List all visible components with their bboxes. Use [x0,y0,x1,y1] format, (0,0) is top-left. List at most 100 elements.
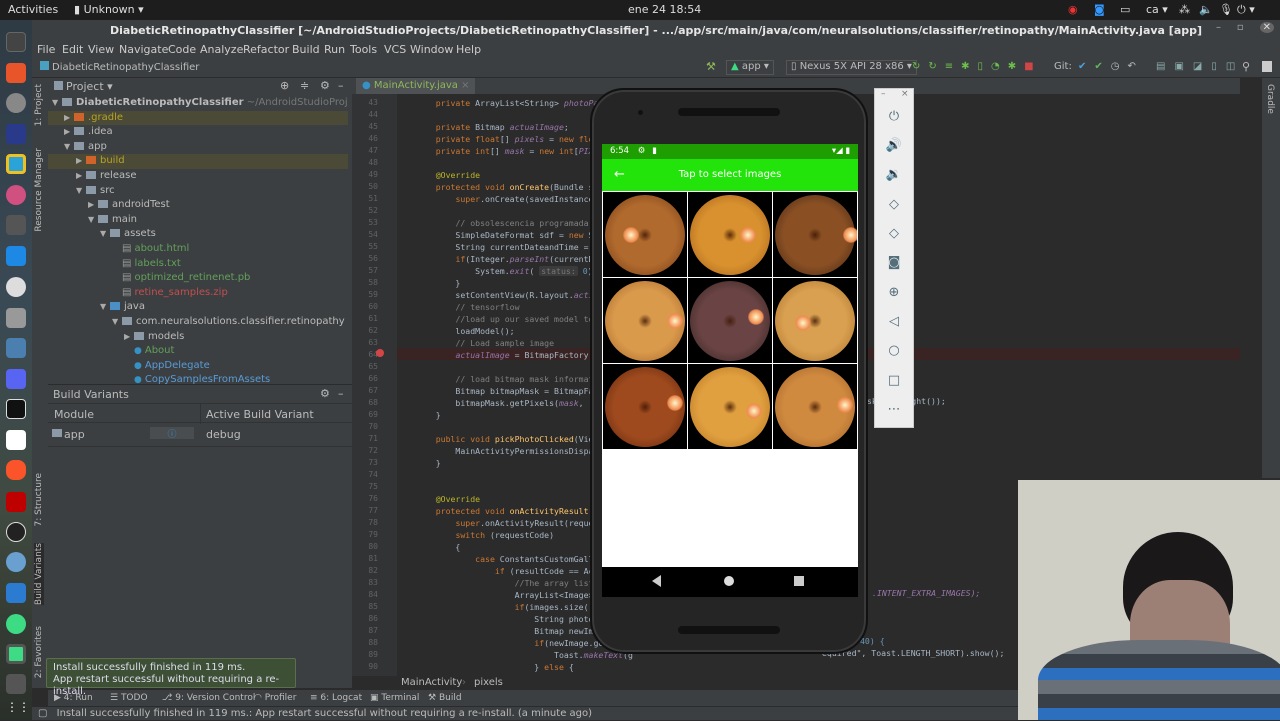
menu-build[interactable]: Build [292,43,320,56]
code-line[interactable]: Toast.makeText(g [416,650,633,660]
code-line[interactable]: // Load sample image [416,338,554,348]
code-line[interactable]: } [416,458,441,468]
code-line[interactable]: actualImage = BitmapFactory.decod [416,350,618,360]
menu-tools[interactable]: Tools [350,43,377,56]
breadcrumb-field[interactable]: pixels [474,677,503,688]
code-line[interactable]: Bitmap newImage = [416,626,618,636]
tree-item[interactable]: ▼ assets [48,227,348,242]
chevron-down-icon[interactable]: ▼ [100,227,110,241]
fundus-image-thumbnail[interactable] [688,192,772,277]
chevron-down-icon[interactable]: ▼ [64,140,74,154]
screen-tray-icon[interactable]: ▭ [1120,3,1130,16]
camera-icon[interactable]: ◙ [883,254,905,272]
tree-item[interactable]: ▶ androidTest [48,198,348,213]
fundus-image-thumbnail[interactable] [688,278,772,363]
impress-icon[interactable] [6,63,26,83]
tree-item[interactable]: ▼ src [48,184,348,199]
app-menu[interactable]: ▮ Unknown ▾ [74,3,144,16]
code-line[interactable]: if(images.size() > 0) [416,602,619,612]
tree-item[interactable]: ● About [48,344,348,359]
event-log-icon[interactable]: ▢ [38,708,47,719]
tree-item[interactable]: ▤ retine_samples.zip [48,286,348,301]
network-icon[interactable]: ⁂ [1179,3,1190,16]
tool-icons[interactable]: ▤▣◪▯◫ [1156,61,1244,72]
tab-resource-manager[interactable]: Resource Manager [34,148,44,232]
filezilla-icon[interactable] [6,492,26,512]
project-breadcrumb[interactable]: DiabeticRetinopathyClassifier [40,61,199,73]
code-line[interactable]: } [416,278,460,288]
disk-icon[interactable] [6,277,26,297]
tex-icon[interactable] [6,124,26,144]
hide-icon[interactable]: – [338,387,344,400]
quassel-icon[interactable] [6,399,26,419]
tree-item[interactable]: ▤ optimized_retinenet.pb [48,271,348,286]
tab-project[interactable]: 1: Project [34,84,44,126]
menu-run[interactable]: Run [324,43,345,56]
tree-item[interactable]: ▶ release [48,169,348,184]
tab-mainactivity[interactable]: ● MainActivity.java × [356,78,476,94]
chevron-down-icon[interactable]: ▼ [112,315,122,329]
collapse-all-icon[interactable]: ≑ [300,79,309,92]
git-history-icon[interactable]: ◷ [1111,61,1128,72]
maximize-button[interactable]: ▫ [1237,22,1244,33]
code-line[interactable]: Bitmap bitmapMask = BitmapFactory [416,386,618,396]
nav-home-icon[interactable] [724,576,734,586]
code-line[interactable]: switch (requestCode) [416,530,554,540]
code-line[interactable]: super.onCreate(savedInstanceState [416,194,618,204]
keyboard-layout[interactable]: ca ▾ [1146,3,1168,16]
emulator-minimize-button[interactable]: – [881,89,886,99]
menu-refactor[interactable]: Refactor [243,43,289,56]
app-icon-3[interactable] [6,674,26,694]
rotate-left-icon[interactable]: ◇ [883,196,905,214]
code-line[interactable]: case ConstantsCustomGallery.R [416,554,618,564]
run-actions[interactable]: ↻↻≡✱▯◔✱■ [912,61,1042,72]
locate-icon[interactable]: ⊕ [280,79,289,92]
code-line[interactable]: MainActivityPermissionsDispatcher [416,446,618,456]
tab-build-variants[interactable]: Build Variants [34,543,44,606]
tree-item[interactable]: ▼ java [48,300,348,315]
power-icon[interactable]: ⏻ [883,108,905,126]
tree-item[interactable]: ▼ app [48,140,348,155]
files-icon[interactable] [6,308,26,328]
search-icon[interactable]: ⚲ [1242,60,1250,73]
more-icon[interactable]: ⋯ [883,401,905,419]
home-icon[interactable]: ○ [883,342,905,360]
gear-icon[interactable]: ⚙ [320,79,330,92]
menu-code[interactable]: Code [168,43,196,56]
tree-item[interactable]: ▼ DiabeticRetinopathyClassifier ~/Android… [48,96,348,111]
code-line[interactable]: if (resultCode == Activit [416,566,618,576]
close-tab-icon[interactable]: × [461,80,469,91]
teamviewer-tray-icon[interactable]: ◙ [1094,3,1105,16]
discord-icon[interactable] [6,369,26,389]
status-message[interactable]: Install successfully finished in 119 ms.… [57,708,592,719]
lotus-icon[interactable] [6,185,26,205]
fundus-image-thumbnail[interactable] [773,364,857,449]
menu-window[interactable]: Window [410,43,453,56]
overview-icon[interactable]: □ [883,372,905,390]
account-icon[interactable] [1262,61,1272,72]
chevron-right-icon[interactable]: ▶ [64,111,74,125]
tree-item[interactable]: ▶ models [48,330,348,345]
tab-gradle[interactable]: Gradle [1265,84,1275,114]
code-line[interactable]: // obsolescencia programada [416,218,588,228]
gear-icon[interactable]: ⚙ [320,387,330,400]
menu-navigate[interactable]: Navigate [119,43,168,56]
terminal-icon[interactable] [6,32,26,52]
microphone-icon[interactable]: 🎙 [1219,3,1233,16]
breadcrumb-class[interactable]: MainActivity [401,677,462,688]
tree-item[interactable]: ● CopySamplesFromAssets [48,373,348,384]
zoom-icon[interactable]: ⊕ [883,284,905,302]
code-line[interactable]: // load bitmap mask information [416,374,608,384]
tree-item[interactable]: ▤ labels.txt [48,257,348,272]
virtualbox-icon[interactable] [6,338,26,358]
code-line[interactable]: String currentDateandTime = sdf.f [416,242,618,252]
fundus-image-thumbnail[interactable] [773,278,857,363]
tree-item[interactable]: ● AppDelegate [48,359,348,374]
vscode-icon[interactable] [6,583,26,603]
install-notification[interactable]: Install successfully finished in 119 ms.… [46,658,296,697]
clock[interactable]: ene 24 18:54 [628,3,701,16]
code-line[interactable]: private int[] mask = new int[PIXEL_WI [416,146,618,156]
code-line[interactable]: loadModel(); [416,326,514,336]
android-studio-icon[interactable] [6,644,26,664]
power-menu-icon[interactable]: ⏻ ▾ [1237,3,1255,17]
